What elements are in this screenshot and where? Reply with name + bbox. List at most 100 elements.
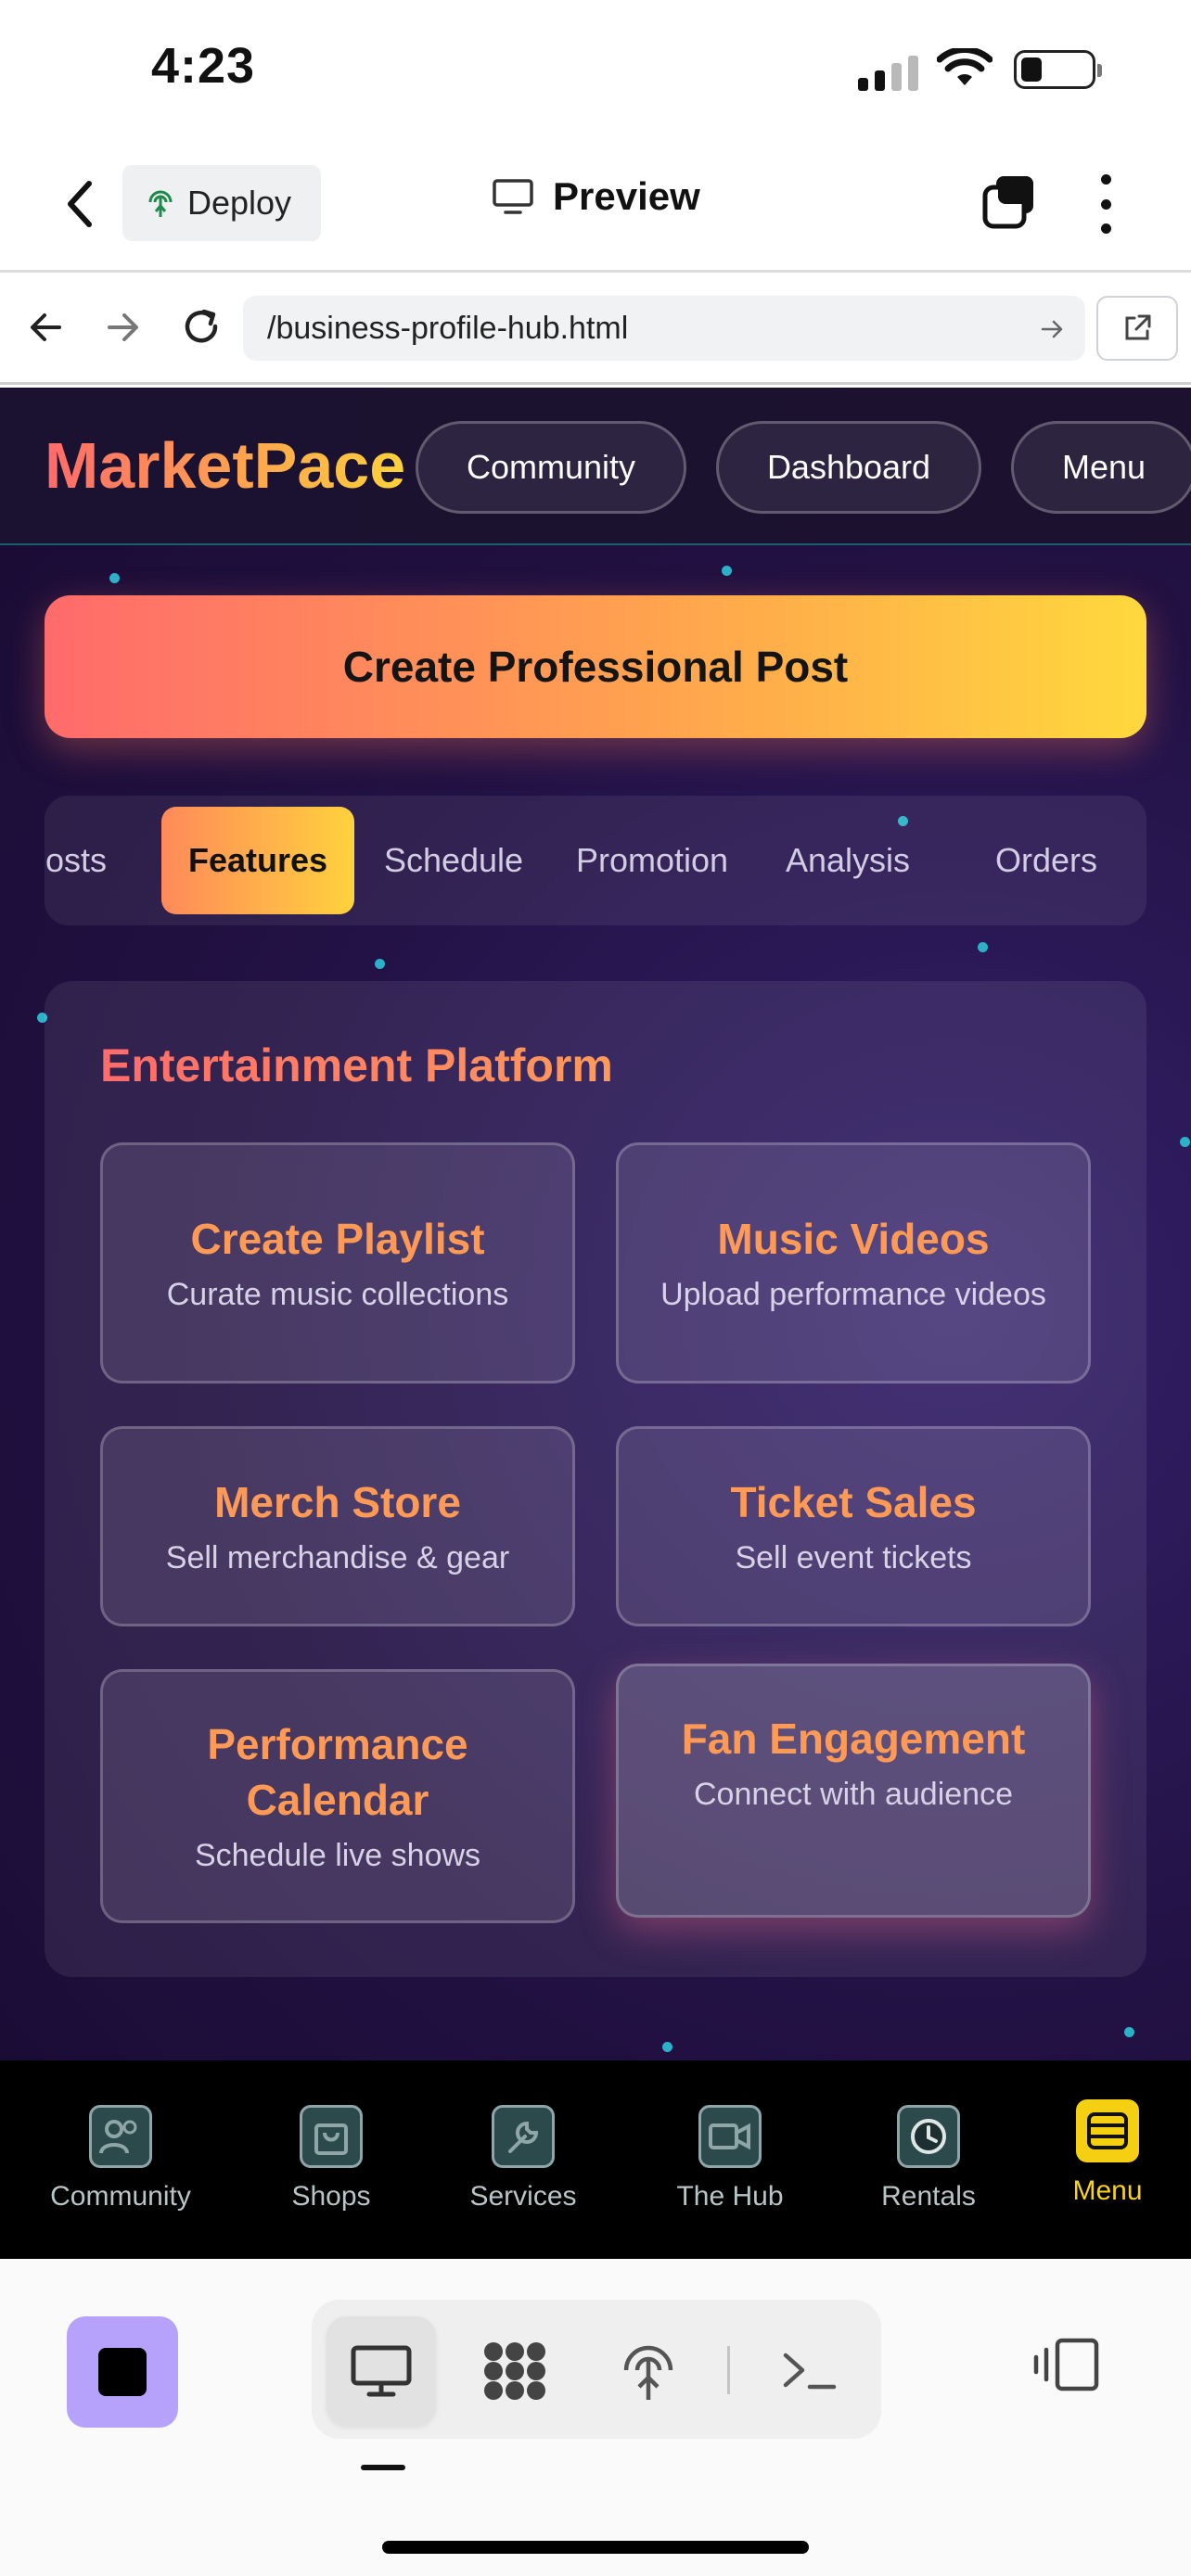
- browser-back-icon[interactable]: [26, 307, 67, 348]
- deploy-icon: [623, 2345, 673, 2400]
- terminal-view-button[interactable]: [755, 2316, 864, 2426]
- decor-dot: [375, 959, 385, 969]
- decor-dot: [1180, 1137, 1190, 1147]
- deploy-icon: [148, 190, 173, 217]
- ide-toolbar: [0, 2259, 1191, 2576]
- decor-dot: [1124, 2027, 1134, 2037]
- browser-bar: /business-profile-hub.html: [0, 275, 1191, 385]
- tab-features[interactable]: Features: [161, 807, 354, 914]
- preview-title: Preview: [492, 174, 700, 219]
- feature-card-fan-engagement[interactable]: Fan Engagement Connect with audience: [616, 1664, 1091, 1918]
- feature-card-merch-store[interactable]: Merch Store Sell merchandise & gear: [100, 1426, 575, 1626]
- monitor-icon: [493, 179, 533, 214]
- card-title: Merch Store: [214, 1478, 461, 1526]
- external-link-icon: [1125, 314, 1151, 340]
- feature-card-music-videos[interactable]: Music Videos Upload performance videos: [616, 1142, 1091, 1384]
- monitor-icon: [351, 2345, 412, 2397]
- nav-shops[interactable]: Shops: [238, 2105, 424, 2213]
- nav-label: Rentals: [881, 2181, 976, 2212]
- decor-dot: [978, 942, 988, 952]
- tab-schedule[interactable]: Schedule: [369, 796, 538, 925]
- tab-analysis[interactable]: Analysis: [766, 796, 929, 925]
- card-title: Fan Engagement: [681, 1715, 1026, 1763]
- nav-rentals[interactable]: Rentals: [836, 2105, 1021, 2213]
- card-title: Music Videos: [717, 1215, 990, 1263]
- preview-view-button[interactable]: [327, 2316, 436, 2426]
- create-professional-post-button[interactable]: Create Professional Post: [45, 595, 1146, 738]
- app-bar: Deploy Preview: [0, 139, 1191, 273]
- nav-label: The Hub: [676, 2181, 784, 2212]
- go-arrow-icon[interactable]: [1039, 316, 1065, 342]
- card-description: Upload performance videos: [660, 1277, 1046, 1312]
- url-text: /business-profile-hub.html: [267, 310, 629, 346]
- site-bottom-nav: Community Shops Services The Hub Rentals…: [0, 2060, 1191, 2259]
- wrench-icon: [492, 2105, 555, 2168]
- card-title: Ticket Sales: [730, 1478, 977, 1526]
- card-description: Schedule live shows: [194, 1838, 481, 1873]
- people-icon: [89, 2105, 152, 2168]
- card-description: Curate music collections: [166, 1277, 509, 1312]
- video-camera-icon: [698, 2105, 762, 2168]
- feature-tabs: osts Features Schedule Promotion Analysi…: [45, 796, 1146, 925]
- tabs-icon[interactable]: [980, 172, 1039, 232]
- shopping-bag-icon: [300, 2105, 363, 2168]
- community-button[interactable]: Community: [416, 421, 686, 514]
- agent-view-button[interactable]: [460, 2316, 570, 2426]
- decor-dot: [722, 566, 732, 576]
- nav-services[interactable]: Services: [430, 2105, 616, 2213]
- menu-icon: [1076, 2099, 1139, 2162]
- preview-label: Preview: [553, 174, 700, 218]
- brand-logo[interactable]: MarketPace: [45, 428, 405, 503]
- card-title: Create Playlist: [190, 1215, 485, 1263]
- deploy-label: Deploy: [187, 184, 292, 222]
- tab-orders[interactable]: Orders: [970, 796, 1122, 925]
- card-description: Sell merchandise & gear: [165, 1540, 510, 1575]
- agent-icon: [484, 2342, 545, 2400]
- nav-label: Menu: [1072, 2175, 1143, 2206]
- view-switcher: [312, 2300, 881, 2439]
- browser-forward-icon[interactable]: [102, 307, 143, 348]
- status-bar: 4:23: [0, 0, 1191, 139]
- tab-promotion[interactable]: Promotion: [557, 796, 748, 925]
- terminal-icon: [783, 2353, 837, 2390]
- nav-label: Community: [50, 2181, 191, 2212]
- active-tab-indicator: [361, 2465, 405, 2470]
- stop-button[interactable]: [67, 2316, 178, 2428]
- decor-dot: [662, 2042, 672, 2052]
- deploy-view-button[interactable]: [594, 2316, 703, 2426]
- stop-icon: [98, 2348, 147, 2396]
- nav-the-hub[interactable]: The Hub: [637, 2105, 823, 2213]
- back-chevron-icon[interactable]: [59, 176, 100, 232]
- home-indicator: [382, 2541, 809, 2554]
- panel-title: Entertainment Platform: [100, 1039, 613, 1091]
- decor-dot: [109, 573, 120, 583]
- nav-community[interactable]: Community: [28, 2105, 213, 2213]
- device-switch-icon[interactable]: [1031, 2337, 1102, 2392]
- card-description: Connect with audience: [693, 1777, 1013, 1812]
- nav-menu[interactable]: Menu: [1015, 2099, 1191, 2207]
- more-options-icon[interactable]: [1095, 174, 1117, 234]
- nav-label: Shops: [291, 2181, 371, 2212]
- clock-icon: [897, 2105, 960, 2168]
- tab-posts[interactable]: osts: [45, 796, 113, 925]
- open-external-button[interactable]: [1096, 296, 1178, 361]
- entertainment-panel: Entertainment Platform Create Playlist C…: [45, 981, 1146, 1977]
- url-field[interactable]: /business-profile-hub.html: [243, 296, 1085, 361]
- cellular-signal-icon: [858, 54, 918, 91]
- site-header: MarketPace Community Dashboard Menu: [0, 388, 1191, 545]
- reload-icon[interactable]: [178, 303, 224, 350]
- feature-card-performance-calendar[interactable]: Performance Calendar Schedule live shows: [100, 1669, 575, 1923]
- card-description: Sell event tickets: [735, 1540, 972, 1575]
- segment-divider: [727, 2346, 730, 2394]
- web-content: MarketPace Community Dashboard Menu Crea…: [0, 388, 1191, 2060]
- deploy-button[interactable]: Deploy: [122, 165, 321, 241]
- status-time: 4:23: [151, 38, 256, 94]
- dashboard-button[interactable]: Dashboard: [716, 421, 981, 514]
- battery-icon: [1014, 50, 1102, 89]
- menu-button[interactable]: Menu: [1011, 421, 1191, 514]
- wifi-icon: [937, 48, 992, 85]
- feature-card-ticket-sales[interactable]: Ticket Sales Sell event tickets: [616, 1426, 1091, 1626]
- feature-card-create-playlist[interactable]: Create Playlist Curate music collections: [100, 1142, 575, 1384]
- nav-label: Services: [469, 2181, 577, 2212]
- card-title: Performance Calendar: [207, 1720, 468, 1824]
